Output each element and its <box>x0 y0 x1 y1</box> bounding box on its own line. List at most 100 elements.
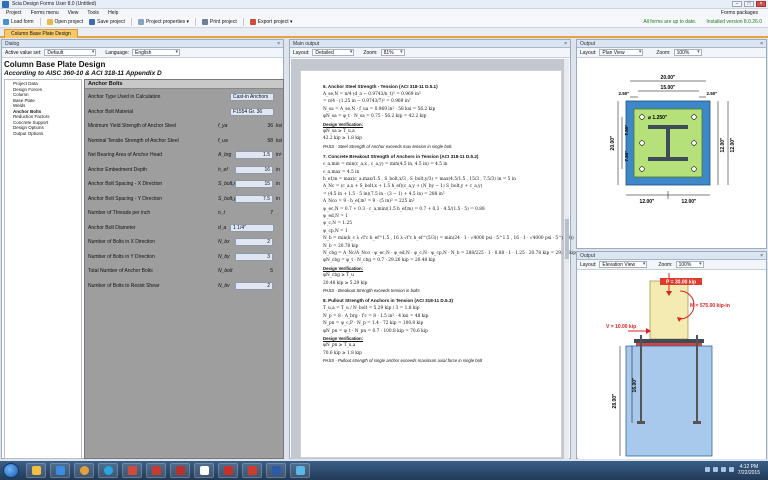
field-label: Nominal Tensile Strength of Anchor Steel <box>88 137 179 144</box>
plan-drawing: 20.00" 15.00" 2.50" 2.50" ⌀ 1.250" 20.00… <box>578 59 766 247</box>
properties-icon <box>137 19 144 25</box>
field-label: Number of Bolts to Resist Shear <box>88 282 160 289</box>
plan-layout-select[interactable]: Plan View <box>599 49 644 56</box>
language-select[interactable]: English <box>132 49 181 56</box>
vertical-scrollbar[interactable] <box>563 59 569 459</box>
field-input[interactable]: 3 <box>235 252 273 261</box>
close-icon[interactable]: × <box>760 40 763 48</box>
menu-forms[interactable]: Forms menu <box>31 9 59 17</box>
menu-tools[interactable]: Tools <box>87 9 99 17</box>
taskbar-chrome[interactable] <box>74 463 94 478</box>
scroll-thumb[interactable] <box>565 219 569 259</box>
report-line: ψ_c,N = 1.25 <box>323 221 352 227</box>
field-combobox[interactable]: F1554 Gr. 36 <box>230 107 274 116</box>
grout-pad <box>636 343 702 346</box>
save-project-button[interactable]: Save project <box>89 19 125 25</box>
elev-layout-select[interactable]: Elevation View <box>599 261 648 268</box>
main-output-header-label: Main output <box>293 41 320 47</box>
layout-select[interactable]: Detailed <box>312 49 355 56</box>
field-symbol: N_bolt <box>218 268 233 274</box>
field-input[interactable]: 7.5 <box>235 194 273 203</box>
form-row: Total Number of Anchor Bolts N_bolt 5 <box>85 266 285 278</box>
report-line: φN_cbg ≥ T_u <box>323 273 354 279</box>
print-project-button[interactable]: Print project <box>202 19 237 25</box>
report-line: φN_pn = φ_t · N_pn = 0.7 · 100.8 kip = 7… <box>323 328 428 334</box>
system-tray[interactable] <box>705 467 734 472</box>
active-value-set-select[interactable]: Default <box>44 49 97 56</box>
report-line: c_a,max = 4.5 in <box>323 169 360 175</box>
field-symbol: n_t <box>218 210 225 216</box>
dim-left-edge: 2.50" <box>619 91 630 96</box>
tab-column-base-plate[interactable]: Column Base Plate Design <box>4 29 78 38</box>
field-input[interactable]: 16 <box>235 165 273 174</box>
section-header: Anchor Bolts <box>85 80 283 89</box>
field-combobox[interactable]: 1 1/4" <box>230 223 274 232</box>
app-icon <box>199 466 209 475</box>
start-button[interactable] <box>3 463 19 478</box>
form-row: Anchor Type Used in Calculation Cast-in A… <box>85 92 285 104</box>
taskbar-app1[interactable] <box>122 463 142 478</box>
field-input[interactable]: 2 <box>235 238 273 246</box>
report-line: ψ_ec,N = 0.7 + 0.3 · c_a,min/(1.5 h_ef,m… <box>323 206 485 212</box>
taskbar-scia[interactable] <box>290 463 310 478</box>
project-properties-button[interactable]: Project properties ▾ <box>137 19 189 25</box>
bolt-diameter-label: ⌀ 1.250" <box>648 115 668 121</box>
dim-top: 20.00" <box>661 75 677 81</box>
concrete-pedestal <box>625 345 713 457</box>
dialog-header: Dialog × <box>2 40 283 48</box>
field-input[interactable]: 1.5 <box>235 151 273 159</box>
report-line: 70.6 kip ≥ 1.8 kip <box>323 350 362 356</box>
taskbar-media[interactable] <box>50 463 70 478</box>
nav-item[interactable]: Output Options <box>7 131 79 137</box>
field-combobox[interactable]: Cast-in Anchors <box>230 93 274 101</box>
taskbar-app3[interactable] <box>170 463 190 478</box>
field-input[interactable]: 15 <box>235 180 273 188</box>
report-line: 20.48 kip ≥ 5.29 kip <box>323 280 368 286</box>
dim-right-1: 12.00" <box>720 137 726 153</box>
title-bar: Scia Design Forms User 8.0 (Untitled) – … <box>0 0 768 9</box>
export-project-button[interactable]: Export project ▾ <box>249 19 292 25</box>
taskbar-app2[interactable] <box>146 463 166 478</box>
taskbar-app4[interactable] <box>194 463 214 478</box>
maximize-button[interactable]: □ <box>744 1 754 7</box>
dialog-settings-bar: Active value set: Default Language: Engl… <box>2 48 283 58</box>
close-button[interactable]: × <box>756 1 766 7</box>
language-label: Language: <box>105 49 130 56</box>
close-icon[interactable]: × <box>760 252 763 260</box>
menu-forms-packages[interactable]: Forms packages <box>721 9 758 17</box>
report-line: = (4.5 in + 1.5 · 5 in)(7.5 in · (3 − 1)… <box>323 191 445 197</box>
report-line: h_ef,m = max(c_a,max/1.5 , S_bolt,x/3 , … <box>323 177 516 182</box>
close-icon[interactable]: × <box>564 40 567 48</box>
form-row: Number of Bolts in X Direction N_bx 2 <box>85 237 285 249</box>
zoom-select[interactable]: 81% <box>380 49 405 56</box>
report-line: φN_cbg = φ_t · N_cbg = 0.7 · 29.26 kip =… <box>323 258 436 264</box>
report-heading: 8. Pullout Strength of Anchors in Tensio… <box>323 298 453 304</box>
minimize-button[interactable]: – <box>732 1 742 7</box>
field-unit: in² <box>276 152 282 158</box>
folder-icon <box>31 466 41 475</box>
menu-help[interactable]: Help <box>108 9 118 17</box>
skype-icon <box>103 466 113 475</box>
plan-output-header: Output × <box>577 40 766 48</box>
clock[interactable]: 4:12 PM 7/22/2015 <box>738 464 760 476</box>
form-row: Number of Threads per inch n_t 7 <box>85 208 285 220</box>
dim-left-outer: 20.00" <box>610 135 616 151</box>
load-form-button[interactable]: Load form <box>3 19 34 25</box>
field-input[interactable]: 2 <box>235 281 273 290</box>
menu-view[interactable]: View <box>68 9 79 17</box>
field-label: Total Number of Anchor Bolts <box>88 268 153 274</box>
taskbar-skype[interactable] <box>98 463 118 478</box>
field-symbol: A_brg <box>218 152 232 158</box>
menu-project[interactable]: Project <box>6 9 22 17</box>
taskbar-pdf[interactable] <box>218 463 238 478</box>
close-icon[interactable]: × <box>277 40 280 48</box>
elevation-drawing: P = 30.00 kip M = 575.00 kip-in V = 10.0… <box>578 271 766 459</box>
plan-zoom-select[interactable]: 100% <box>673 49 702 56</box>
form-row: Net Bearing Area of Anchor Head A_brg 1.5 i… <box>85 150 285 162</box>
taskbar-explorer[interactable] <box>26 463 46 478</box>
open-project-button[interactable]: Open project <box>46 19 83 25</box>
status-version: Installed version 8.0.26.0 <box>706 19 762 25</box>
taskbar-pdf2[interactable] <box>242 463 262 478</box>
elev-zoom-select[interactable]: 100% <box>675 261 704 268</box>
taskbar-word[interactable] <box>266 463 286 478</box>
